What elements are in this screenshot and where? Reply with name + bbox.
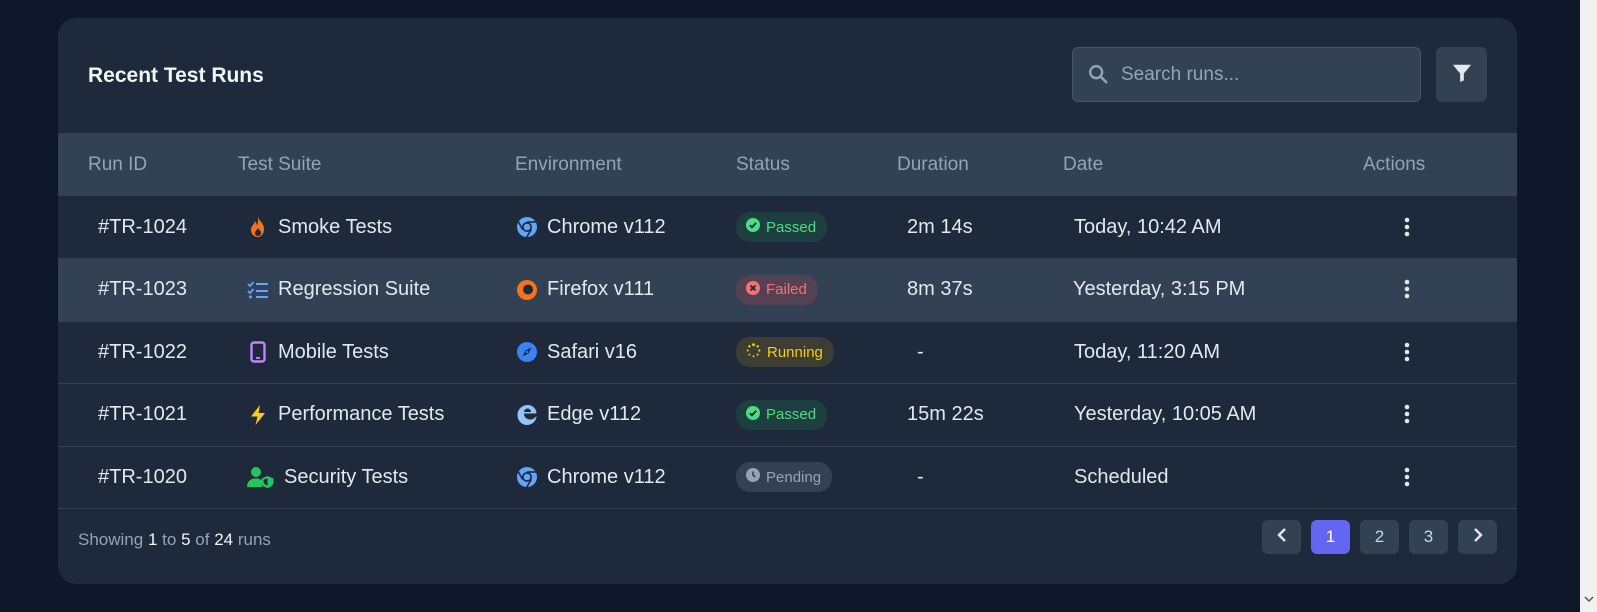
duration: 15m 22s <box>907 403 984 426</box>
status-label: Failed <box>766 281 807 299</box>
status-badge: Failed <box>736 274 818 305</box>
results-summary: Showing 1 to 5 of 24 runs <box>78 530 271 550</box>
page-title: Recent Test Runs <box>88 64 264 87</box>
run-id[interactable]: #TR-1023 <box>58 259 238 322</box>
pagination: 1 2 3 <box>1262 520 1497 554</box>
clock-icon <box>746 468 760 486</box>
date: Today, 10:42 AM <box>1074 215 1222 238</box>
duration: 2m 14s <box>907 215 973 238</box>
summary-suffix: runs <box>237 530 271 549</box>
bolt-icon <box>247 404 269 426</box>
chrome-icon <box>516 216 538 238</box>
column-header-duration[interactable]: Duration <box>897 133 1063 196</box>
table-row[interactable]: #TR-1023 Regression Suite Firefox v111 F… <box>58 258 1517 322</box>
test-runs-card: Recent Test Runs Run ID Test Suite Envir… <box>58 18 1517 584</box>
column-header-environment[interactable]: Environment <box>515 133 736 196</box>
status-label: Passed <box>766 406 817 424</box>
mobile-icon <box>247 341 269 363</box>
duration: 8m 37s <box>907 278 973 301</box>
check-circle-icon <box>746 218 760 236</box>
table-row[interactable]: #TR-1021 Performance Tests Edge v112 Pas… <box>58 384 1517 447</box>
page-button-2[interactable]: 2 <box>1360 520 1399 554</box>
summary-to-word: to <box>162 530 177 549</box>
test-suite-name: Mobile Tests <box>278 340 389 363</box>
summary-of-word: of <box>195 530 210 549</box>
summary-total: 24 <box>214 530 234 549</box>
page-button-1[interactable]: 1 <box>1311 520 1350 554</box>
date: Today, 11:20 AM <box>1074 340 1221 363</box>
next-page-button[interactable] <box>1458 520 1497 554</box>
column-header-actions: Actions <box>1363 153 1426 175</box>
filter-icon <box>1451 62 1473 87</box>
summary-from: 1 <box>147 530 158 549</box>
fire-icon <box>247 216 269 238</box>
date: Yesterday, 3:15 PM <box>1073 278 1246 301</box>
search-icon <box>1087 63 1109 85</box>
status-badge: Passed <box>736 212 828 242</box>
status-badge: Running <box>736 337 834 368</box>
environment-name: Chrome v112 <box>547 465 666 488</box>
column-header-date[interactable]: Date <box>1063 133 1363 196</box>
status-label: Running <box>767 343 823 361</box>
table-footer: Showing 1 to 5 of 24 runs 1 2 3 <box>58 500 1517 584</box>
user-shield-icon <box>247 466 275 489</box>
environment-name: Firefox v111 <box>547 278 655 301</box>
scroll-down-arrow-icon[interactable] <box>1584 590 1594 608</box>
checklist-icon <box>247 279 269 301</box>
search-input[interactable] <box>1121 48 1411 101</box>
column-header-status[interactable]: Status <box>736 133 897 196</box>
filter-button[interactable] <box>1436 47 1487 102</box>
row-actions-menu-icon[interactable] <box>1397 274 1417 304</box>
test-suite-name: Performance Tests <box>278 403 445 426</box>
prev-page-button[interactable] <box>1262 520 1301 554</box>
table-row[interactable]: #TR-1022 Mobile Tests Safari v16 Running <box>58 321 1517 384</box>
check-circle-icon <box>746 405 760 424</box>
test-runs-table: Run ID Test Suite Environment Status Dur… <box>58 133 1517 509</box>
status-label: Pending <box>766 468 822 486</box>
chevron-right-icon <box>1472 527 1484 548</box>
status-label: Passed <box>766 218 817 236</box>
firefox-icon <box>516 279 538 301</box>
column-header-test-suite[interactable]: Test Suite <box>238 133 515 196</box>
safari-icon <box>516 341 538 363</box>
summary-to: 5 <box>181 530 191 549</box>
table-header-row: Run ID Test Suite Environment Status Dur… <box>58 133 1517 196</box>
chrome-icon <box>516 466 538 488</box>
table-row[interactable]: #TR-1024 Smoke Tests Chrome v112 Passed <box>58 196 1517 259</box>
row-actions-menu-icon[interactable] <box>1397 399 1417 429</box>
row-actions-menu-icon[interactable] <box>1397 337 1417 367</box>
run-id[interactable]: #TR-1022 <box>58 321 238 384</box>
page-scrollbar[interactable] <box>1580 0 1597 612</box>
edge-icon <box>516 404 538 426</box>
search-box[interactable] <box>1072 47 1421 102</box>
row-actions-menu-icon[interactable] <box>1397 462 1417 492</box>
run-id[interactable]: #TR-1021 <box>58 384 238 447</box>
status-badge: Passed <box>736 399 828 430</box>
card-header: Recent Test Runs <box>58 18 1517 133</box>
test-suite-name: Smoke Tests <box>278 215 393 238</box>
run-id[interactable]: #TR-1024 <box>58 196 238 259</box>
row-actions-menu-icon[interactable] <box>1397 212 1417 242</box>
column-header-run-id[interactable]: Run ID <box>58 133 238 196</box>
spinner-icon <box>746 343 761 362</box>
test-suite-name: Regression Suite <box>278 278 431 301</box>
duration: - <box>917 340 924 363</box>
date: Yesterday, 10:05 AM <box>1074 403 1257 426</box>
chevron-left-icon <box>1276 527 1288 548</box>
test-suite-name: Security Tests <box>284 465 409 488</box>
status-badge: Pending <box>736 462 833 493</box>
environment-name: Safari v16 <box>547 340 638 363</box>
page-button-3[interactable]: 3 <box>1409 520 1448 554</box>
environment-name: Chrome v112 <box>547 215 666 238</box>
summary-prefix: Showing <box>78 530 144 549</box>
x-circle-icon <box>746 280 760 299</box>
environment-name: Edge v112 <box>547 403 642 426</box>
